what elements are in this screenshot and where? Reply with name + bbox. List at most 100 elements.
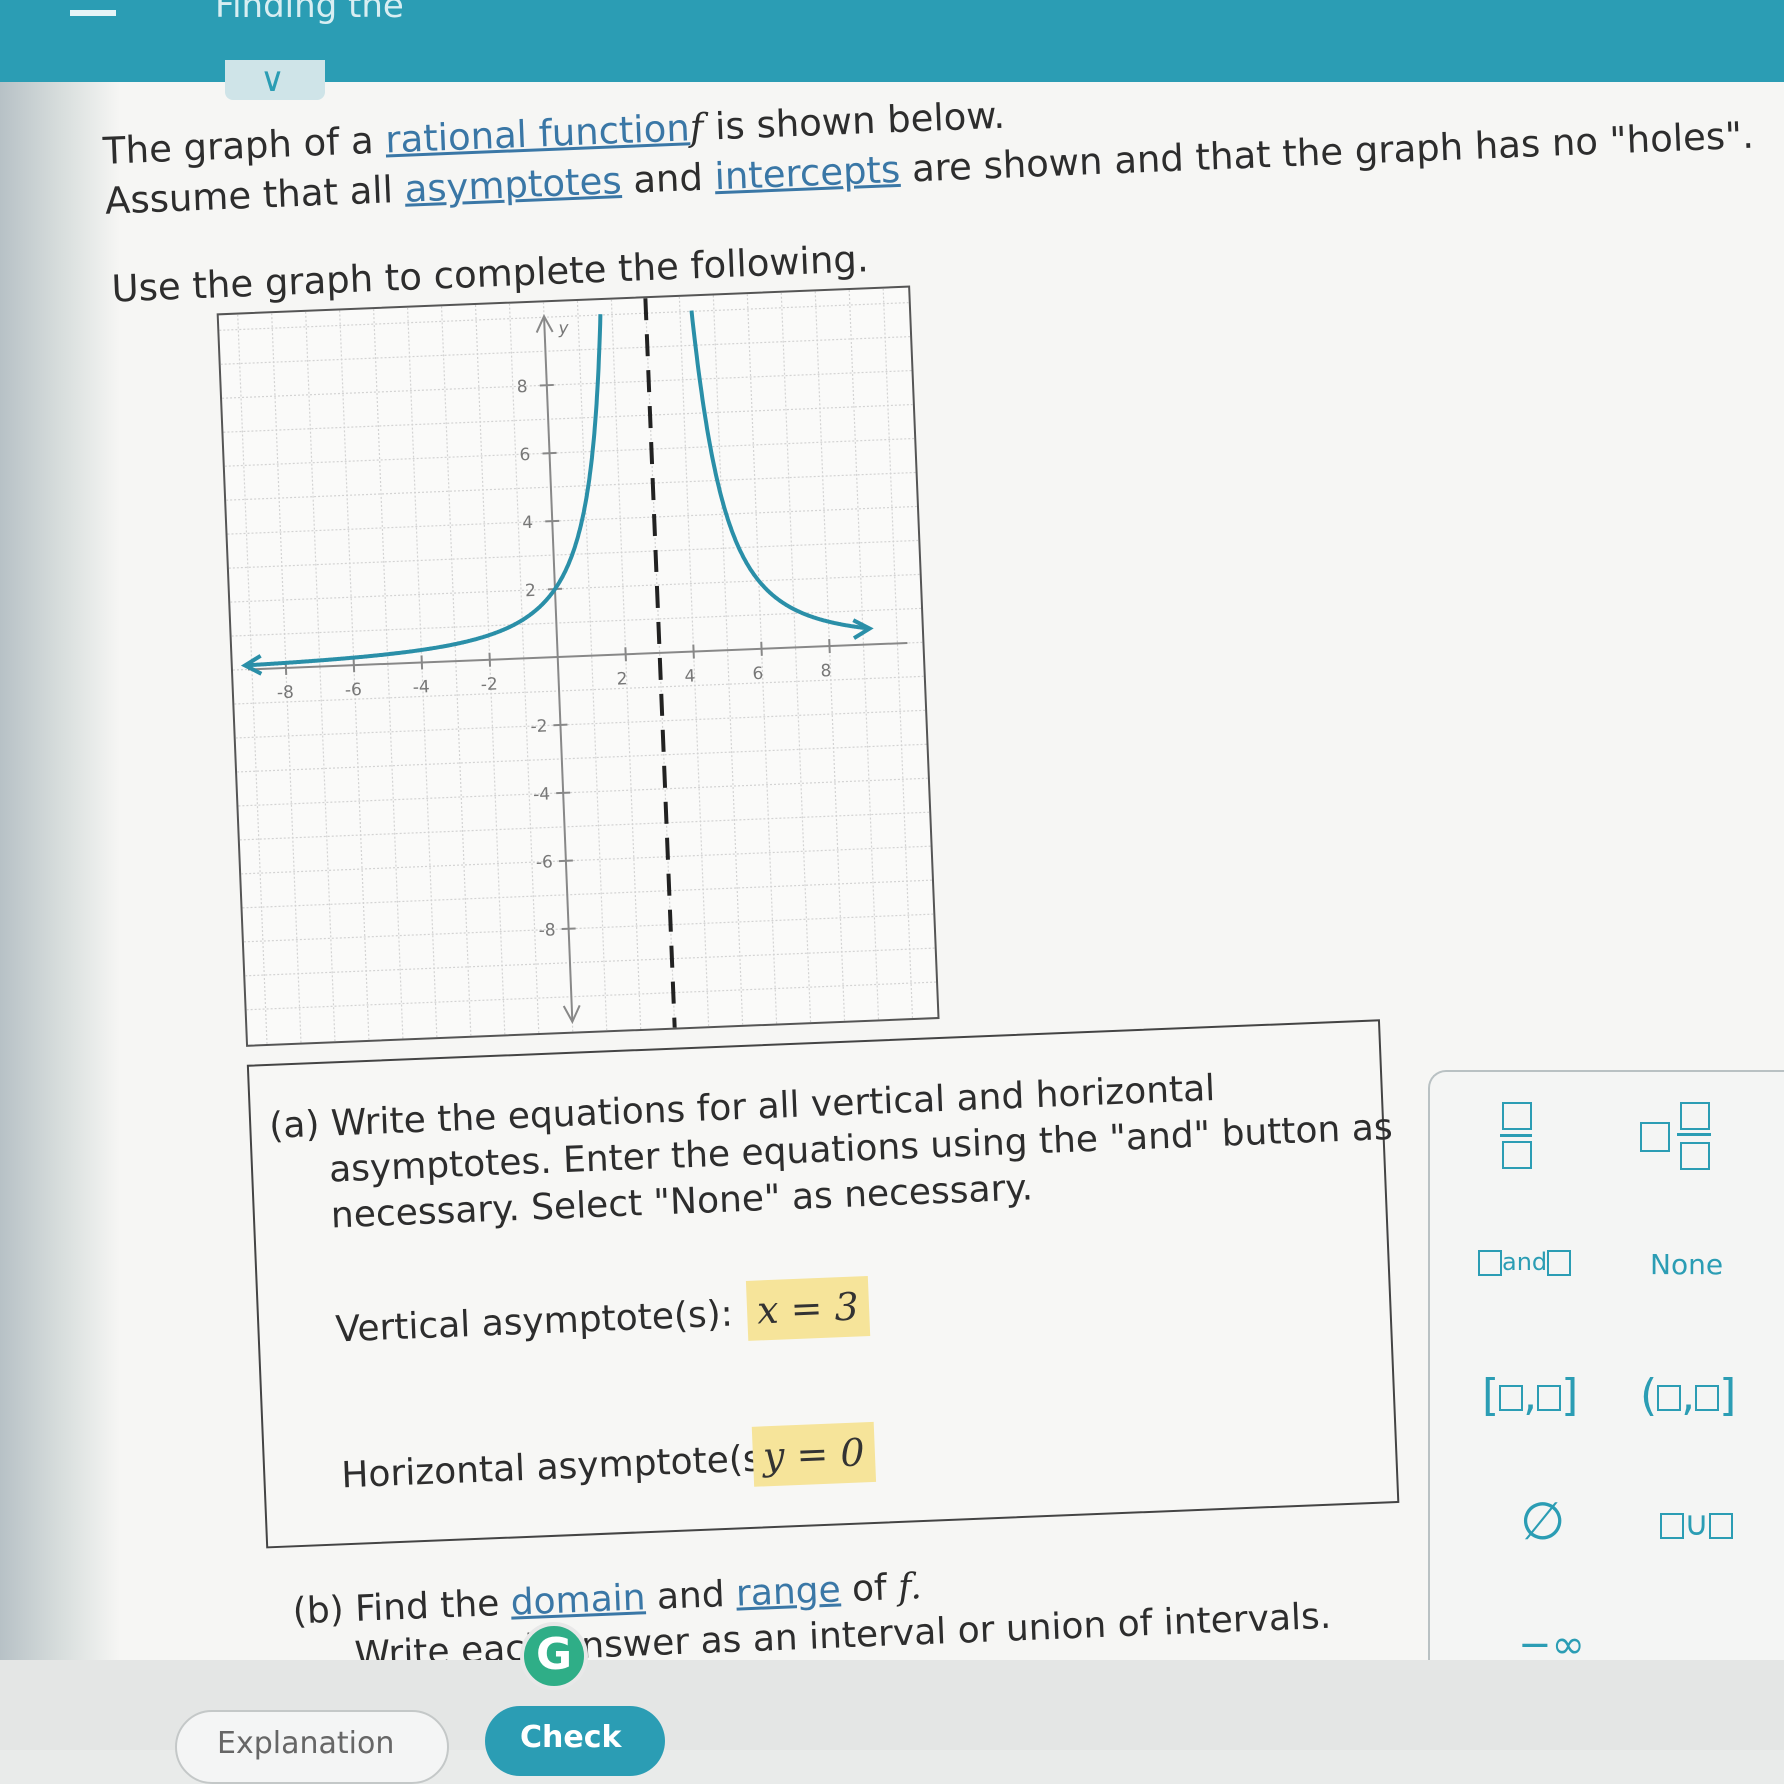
grid-line <box>474 304 506 1035</box>
fraction-button[interactable] <box>1500 1102 1532 1169</box>
union-button[interactable]: ∪ <box>1660 1504 1733 1544</box>
y-tick <box>558 859 573 863</box>
and-label: and <box>1502 1248 1548 1276</box>
grid-line <box>222 369 912 399</box>
x-tick-label: -6 <box>344 680 362 701</box>
f-symbol: f. <box>897 1566 923 1609</box>
grid-line <box>223 403 913 433</box>
grid-line <box>220 335 911 365</box>
y-tick-label: -4 <box>533 784 551 805</box>
grid-line <box>224 437 915 467</box>
x-tick <box>760 641 763 656</box>
grid-line <box>241 845 931 875</box>
y-tick-label: 8 <box>516 377 528 397</box>
y-axis-label: y <box>557 318 570 338</box>
y-tick-label: -8 <box>538 920 556 941</box>
box-icon <box>1657 1385 1682 1411</box>
box-icon <box>1660 1512 1684 1539</box>
grid-line <box>235 709 926 739</box>
grid-line <box>372 309 404 1039</box>
empty-set-button[interactable]: ∅ <box>1520 1492 1565 1552</box>
grid-line <box>848 289 880 1020</box>
vertical-asymptote-answer[interactable]: x = 3 <box>745 1276 870 1341</box>
intercepts-link[interactable]: intercepts <box>714 148 901 198</box>
box-icon <box>1537 1385 1562 1411</box>
x-tick <box>352 658 356 673</box>
grid-line <box>227 505 917 535</box>
open-interval-button[interactable]: (,] <box>1640 1370 1736 1421</box>
y-tick <box>542 451 557 455</box>
grid-line <box>271 313 302 1043</box>
none-button[interactable]: None <box>1650 1248 1723 1281</box>
curve-right-branch <box>689 310 870 631</box>
vertical-asymptote-label: Vertical asymptote(s): <box>334 1293 734 1351</box>
grid-line <box>780 292 812 1023</box>
grid-line <box>305 311 336 1042</box>
grid-line <box>242 879 932 909</box>
x-tick-label: 8 <box>820 661 832 681</box>
horizontal-asymptote-label: Horizontal asymptote(s): <box>340 1437 789 1497</box>
range-link[interactable]: range <box>735 1569 841 1614</box>
math-keypad: and None [,] (,] ∅ ∪ −∞ <box>1428 1070 1784 1672</box>
function-graph: y -8 -6 -4 -2 2 4 6 8 8 6 4 2 -2 -4 -6 -8 <box>216 285 940 1047</box>
explanation-button[interactable]: Explanation <box>175 1710 449 1784</box>
part-b-text: (b) Find the <box>291 1582 512 1633</box>
whole-box <box>1640 1122 1670 1152</box>
problem-text: is shown below. <box>702 93 1006 149</box>
grid-line <box>440 306 472 1036</box>
y-tick <box>545 519 560 523</box>
x-tick <box>828 639 831 654</box>
grid-line <box>238 777 928 807</box>
y-tick-label: -6 <box>536 852 554 873</box>
grid-line <box>406 307 438 1038</box>
x-tick-label: 2 <box>616 669 628 689</box>
rational-function-link[interactable]: rational function <box>384 106 690 161</box>
grid-line <box>339 310 370 1040</box>
box-icon <box>1499 1385 1524 1411</box>
grid-line <box>243 913 934 943</box>
domain-link[interactable]: domain <box>510 1577 646 1623</box>
fraction-bar <box>1677 1133 1711 1136</box>
grid-line <box>882 288 914 1019</box>
x-tick-label: 6 <box>752 664 764 684</box>
asymptotes-link[interactable]: asymptotes <box>404 159 623 211</box>
fraction-bar <box>1500 1134 1532 1137</box>
check-button[interactable]: Check <box>485 1706 665 1776</box>
grammarly-badge[interactable]: G <box>520 1622 588 1690</box>
y-tick <box>561 927 576 931</box>
denominator-box <box>1680 1142 1710 1170</box>
y-axis <box>543 317 574 1022</box>
grid-line <box>245 947 935 977</box>
grid-line <box>610 299 642 1029</box>
box-icon <box>1708 1512 1733 1539</box>
problem-text: and <box>620 155 716 203</box>
grid-line <box>239 811 930 841</box>
horizontal-asymptote-answer[interactable]: y = 0 <box>751 1421 876 1487</box>
grid-line <box>226 471 916 501</box>
y-tick <box>553 723 568 727</box>
and-button[interactable]: and <box>1478 1248 1572 1276</box>
x-tick <box>692 644 695 659</box>
x-tick <box>624 647 627 662</box>
problem-text: The graph of a <box>102 118 387 173</box>
grid-line <box>508 303 540 1034</box>
numerator-box <box>1502 1102 1532 1130</box>
x-axis <box>247 641 908 671</box>
box-icon <box>1695 1385 1720 1411</box>
y-tick <box>556 791 571 795</box>
part-b-text: of <box>839 1567 899 1611</box>
y-tick <box>539 383 554 387</box>
x-tick-label: -2 <box>480 674 498 695</box>
x-tick-label: 4 <box>684 666 696 686</box>
y-tick-label: -2 <box>530 716 548 737</box>
x-tick-label: -8 <box>277 683 295 704</box>
grid-line <box>231 607 922 637</box>
y-tick-label: 4 <box>522 513 534 533</box>
problem-text: Assume that all <box>104 167 406 223</box>
grid-line <box>230 573 920 603</box>
y-tick-label: 6 <box>519 445 531 465</box>
grid-line <box>237 743 927 773</box>
closed-interval-button[interactable]: [,] <box>1482 1370 1578 1421</box>
x-tick <box>488 652 492 667</box>
grid-line <box>246 981 937 1011</box>
